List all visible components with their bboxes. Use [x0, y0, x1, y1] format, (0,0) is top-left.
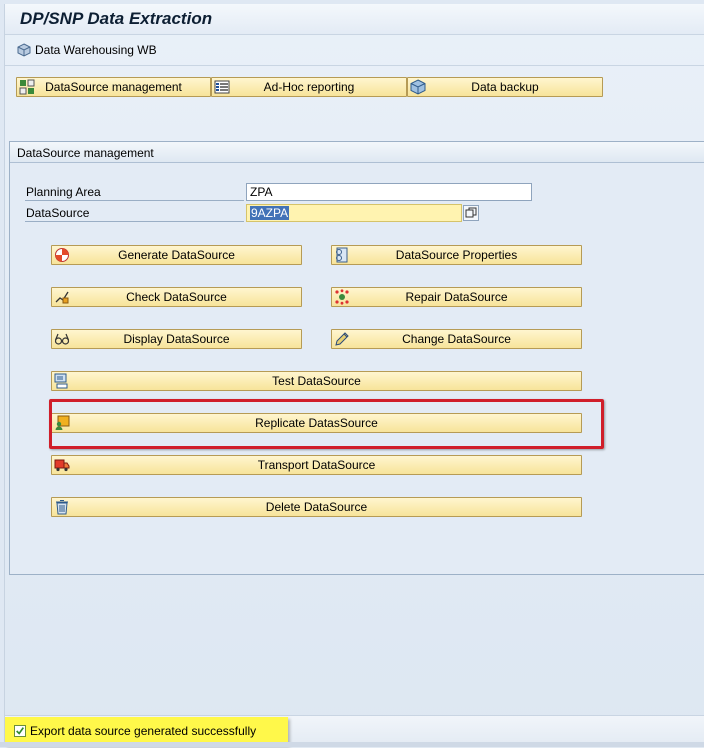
display-glasses-icon [54, 333, 70, 345]
delete-datasource-button[interactable]: Delete DataSource [51, 497, 582, 517]
pencil-icon [335, 332, 349, 346]
application-toolbar: Data Warehousing WB [5, 35, 704, 66]
planning-area-input[interactable]: ZPA [246, 183, 532, 201]
datasource-label: DataSource [25, 205, 244, 222]
tab-label: Data backup [471, 80, 539, 94]
check-icon [55, 291, 69, 304]
button-label: Check DataSource [126, 290, 227, 304]
trash-icon [56, 500, 68, 515]
button-label: Transport DataSource [257, 458, 376, 472]
generate-datasource-button[interactable]: Generate DataSource [51, 245, 302, 265]
properties-icon [336, 247, 348, 263]
status-text: Export data source generated successfull… [30, 724, 257, 738]
tab-data-backup[interactable]: Data backup [407, 77, 603, 97]
button-label: Repair DataSource [405, 290, 508, 304]
report-list-icon [214, 80, 230, 94]
status-message[interactable]: Export data source generated successfull… [5, 717, 288, 745]
datasource-management-icon [19, 79, 35, 95]
value-help-button[interactable] [463, 205, 479, 221]
button-label: DataSource Properties [395, 248, 518, 262]
cube-icon [410, 79, 426, 95]
highlight-box [49, 399, 604, 449]
frame-title: DataSource management [17, 146, 154, 160]
datasource-properties-button[interactable]: DataSource Properties [331, 245, 582, 265]
datasource-input[interactable]: 9AZPA [246, 204, 462, 222]
tab-datasource-management[interactable]: DataSource management [16, 77, 211, 97]
transport-datasource-button[interactable]: Transport DataSource [51, 455, 582, 475]
frame-header: DataSource management [10, 142, 704, 163]
button-label: Display DataSource [123, 332, 230, 346]
button-label: Generate DataSource [118, 248, 235, 262]
tab-label: DataSource management [45, 80, 182, 94]
cube-icon [17, 43, 31, 57]
test-icon [54, 373, 68, 389]
tab-ad-hoc-reporting[interactable]: Ad-Hoc reporting [211, 77, 407, 97]
truck-icon [54, 459, 70, 472]
tab-label: Ad-Hoc reporting [263, 80, 355, 94]
sap-window: DP/SNP Data Extraction Data Warehousing … [4, 4, 704, 748]
page-title: DP/SNP Data Extraction [20, 9, 213, 28]
data-warehousing-wb-label: Data Warehousing WB [35, 43, 157, 57]
test-datasource-button[interactable]: Test DataSource [51, 371, 582, 391]
button-label: Test DataSource [272, 374, 361, 388]
window-bottom-edge [0, 742, 704, 747]
generate-icon [55, 248, 69, 262]
repair-datasource-button[interactable]: Repair DataSource [331, 287, 582, 307]
repair-icon [335, 289, 349, 305]
planning-area-label: Planning Area [25, 184, 244, 201]
button-label: Change DataSource [402, 332, 511, 346]
success-check-icon [14, 725, 26, 737]
change-datasource-button[interactable]: Change DataSource [331, 329, 582, 349]
button-label: Delete DataSource [265, 500, 368, 514]
check-datasource-button[interactable]: Check DataSource [51, 287, 302, 307]
data-warehousing-wb-button[interactable]: Data Warehousing WB [17, 43, 157, 57]
datasource-value: 9AZPA [250, 206, 290, 220]
display-datasource-button[interactable]: Display DataSource [51, 329, 302, 349]
value-help-icon [465, 207, 477, 218]
title-bar: DP/SNP Data Extraction [5, 4, 704, 35]
